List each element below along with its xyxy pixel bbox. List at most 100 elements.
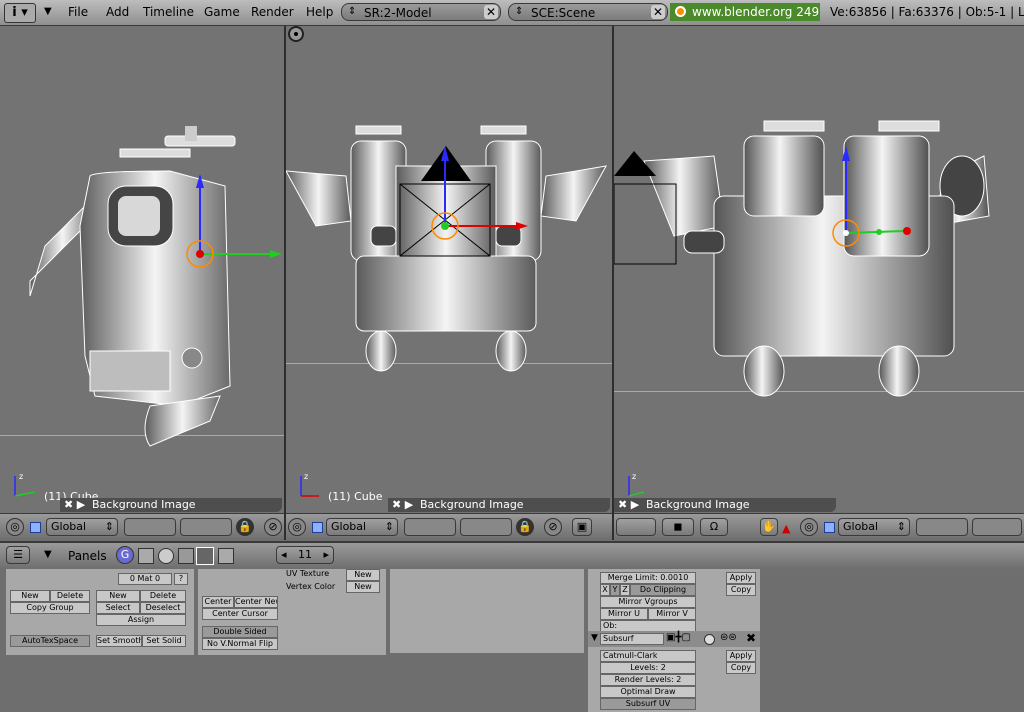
mirror-vgroups-toggle[interactable]: Mirror Vgroups <box>600 596 696 608</box>
axis-x-toggle[interactable]: X <box>600 584 610 596</box>
material-help-button[interactable]: ? <box>174 573 188 585</box>
menu-file[interactable]: File <box>68 5 88 19</box>
lock-icon[interactable]: 🔒 <box>236 518 254 536</box>
center-new-button[interactable]: Center New <box>234 596 278 608</box>
subsurf-collapse-icon[interactable]: ▼ <box>591 633 598 643</box>
axis-y-toggle[interactable]: Y <box>610 584 620 596</box>
info-icon[interactable]: i ▾ <box>4 3 36 23</box>
script-context-icon[interactable] <box>138 548 154 564</box>
mirror-copy-button[interactable]: Copy <box>726 584 756 596</box>
subsurf-copy-button[interactable]: Copy <box>726 662 756 674</box>
render-preview-icon[interactable]: ▣ <box>572 518 592 536</box>
close-expand-icon[interactable]: ✖ ▶ <box>392 498 413 512</box>
layers-grid-2[interactable] <box>972 518 1022 536</box>
layers-grid-1[interactable] <box>916 518 968 536</box>
headphones-icon[interactable]: Ω <box>700 518 728 536</box>
screen-selector[interactable]: ⇕ SR:2-Model ✕ <box>341 3 501 21</box>
material-delete-button[interactable]: Delete <box>140 590 186 602</box>
bg-image-panel[interactable]: ✖ ▶ Background Image <box>614 498 836 512</box>
render-toggle-icon[interactable]: ▣╋▢ <box>666 632 691 643</box>
double-sided-toggle[interactable]: Double Sided <box>202 626 278 638</box>
snap-icon[interactable]: ◎ <box>6 518 24 536</box>
menu-render[interactable]: Render <box>251 5 294 19</box>
axis-z-toggle[interactable]: Z <box>620 584 630 596</box>
orientation-select[interactable]: Global ⇕ <box>46 518 118 536</box>
viewport-middle[interactable]: z (11) Cube ✖ ▶ Background Image <box>286 26 612 513</box>
no-v-normal-flip-toggle[interactable]: No V.Normal Flip <box>202 638 278 650</box>
center-cursor-button[interactable]: Center Cursor <box>202 608 278 620</box>
layer-icon[interactable] <box>30 522 41 533</box>
uv-texture-new-button[interactable]: New <box>346 569 380 581</box>
snap-icon[interactable]: ◎ <box>288 518 306 536</box>
screen-name[interactable]: SR:2-Model <box>364 6 432 20</box>
object-context-icon[interactable] <box>178 548 194 564</box>
pivot-select[interactable] <box>616 518 656 536</box>
layers-grid-2[interactable] <box>180 518 232 536</box>
set-smooth-button[interactable]: Set Smooth <box>96 635 142 647</box>
move-up-icon[interactable]: ⊜⊜ <box>720 632 737 643</box>
vertex-color-new-button[interactable]: New <box>346 581 380 593</box>
close-expand-icon[interactable]: ✖ ▶ <box>64 498 85 512</box>
orientation-select[interactable]: Global ⇕ <box>838 518 910 536</box>
vgroup-new-button[interactable]: New <box>10 590 50 602</box>
layers-grid-1[interactable] <box>124 518 176 536</box>
layers-grid-1[interactable] <box>404 518 456 536</box>
close-expand-icon[interactable]: ✖ ▶ <box>618 498 639 512</box>
subsurf-uv-toggle[interactable]: Subsurf UV <box>600 698 696 710</box>
editing-context-icon[interactable] <box>196 547 214 565</box>
do-clipping-toggle[interactable]: Do Clipping <box>630 584 696 596</box>
close-icon[interactable]: ✕ <box>484 5 498 19</box>
scene-context-icon[interactable] <box>218 548 234 564</box>
subsurf-name-field[interactable]: Subsurf <box>600 633 664 645</box>
collapse-menu-icon[interactable]: ▼ <box>44 6 52 17</box>
layer-icon[interactable] <box>312 522 323 533</box>
grab-hand-icon[interactable]: ✋ <box>760 518 778 536</box>
vgroup-delete-button[interactable]: Delete <box>50 590 90 602</box>
close-icon[interactable]: ✕ <box>651 5 665 19</box>
mirror-u-toggle[interactable]: Mirror U <box>600 608 648 620</box>
menu-add[interactable]: Add <box>106 5 129 19</box>
shading-context-icon[interactable] <box>158 548 174 564</box>
material-select-button[interactable]: Select <box>96 602 140 614</box>
blender-url[interactable]: www.blender.org 249.2 <box>670 3 820 21</box>
autotexspace-toggle[interactable]: AutoTexSpace <box>10 635 90 647</box>
render-levels-field[interactable]: Render Levels: 2 <box>600 674 696 686</box>
cage-circle-icon[interactable] <box>704 634 715 645</box>
link-icon[interactable]: ⊘ <box>544 518 562 536</box>
center-button[interactable]: Center <box>202 596 234 608</box>
lock-icon[interactable]: 🔒 <box>516 518 534 536</box>
material-new-button[interactable]: New <box>96 590 140 602</box>
viewport-left[interactable]: z (11) Cube ✖ ▶ Background Image <box>0 26 284 513</box>
scene-name[interactable]: SCE:Scene <box>531 6 595 20</box>
draw-type-select[interactable]: ◼ <box>662 518 694 536</box>
material-assign-button[interactable]: Assign <box>96 614 186 626</box>
subsurf-apply-button[interactable]: Apply <box>726 650 756 662</box>
layers-grid-2[interactable] <box>460 518 512 536</box>
viewport-right[interactable]: z ✖ ▶ Background Image <box>614 26 1024 513</box>
rotate-manipulator-icon[interactable]: ▲ <box>782 522 790 535</box>
mirror-apply-button[interactable]: Apply <box>726 572 756 584</box>
material-index-field[interactable]: 0 Mat 0 <box>118 573 172 585</box>
copy-group-button[interactable]: Copy Group <box>10 602 90 614</box>
remove-modifier-icon[interactable]: ✖ <box>746 631 756 645</box>
menu-timeline[interactable]: Timeline <box>143 5 194 19</box>
menu-help[interactable]: Help <box>306 5 333 19</box>
bg-image-panel[interactable]: ✖ ▶ Background Image <box>388 498 610 512</box>
window-type-icon[interactable]: ☰ <box>6 546 30 564</box>
optimal-draw-toggle[interactable]: Optimal Draw <box>600 686 696 698</box>
subdivision-type-select[interactable]: Catmull-Clark <box>600 650 696 662</box>
bg-image-panel[interactable]: ✖ ▶ Background Image <box>60 498 282 512</box>
levels-field[interactable]: Levels: 2 <box>600 662 696 674</box>
collapse-icon[interactable]: ▼ <box>44 549 52 560</box>
mirror-v-toggle[interactable]: Mirror V <box>648 608 696 620</box>
merge-limit-field[interactable]: Merge Limit: 0.0010 <box>600 572 696 584</box>
set-solid-button[interactable]: Set Solid <box>142 635 186 647</box>
logic-context-icon[interactable]: G <box>116 546 134 564</box>
link-icon[interactable]: ⊘ <box>264 518 282 536</box>
snap-icon[interactable]: ◎ <box>800 518 818 536</box>
frame-counter[interactable]: ◂ 11 ▸ <box>276 546 334 564</box>
layer-icon[interactable] <box>824 522 835 533</box>
menu-game[interactable]: Game <box>204 5 240 19</box>
material-deselect-button[interactable]: Deselect <box>140 602 186 614</box>
scene-selector[interactable]: ⇕ SCE:Scene ✕ <box>508 3 668 21</box>
